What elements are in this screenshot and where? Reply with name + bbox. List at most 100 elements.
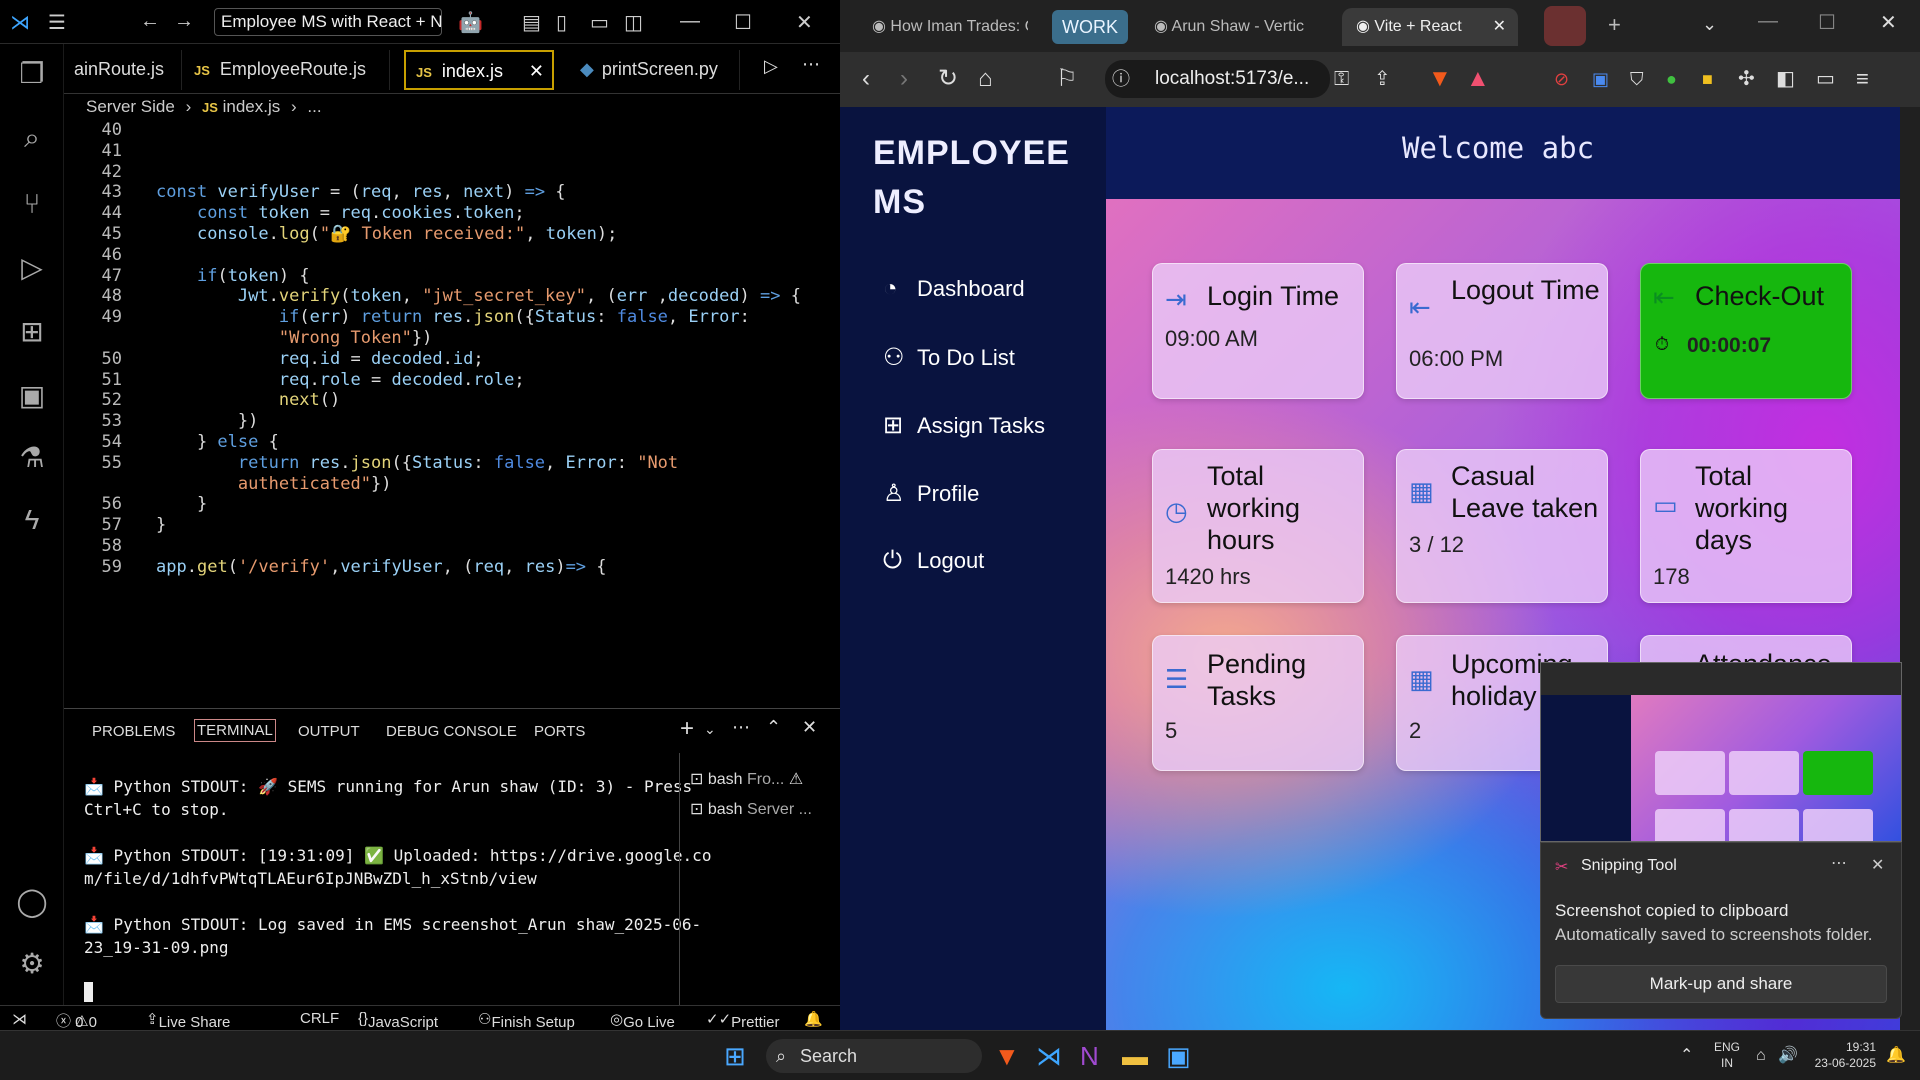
explorer-icon[interactable]: ❐ bbox=[14, 56, 50, 92]
notification-center-icon[interactable]: 🔔 bbox=[1886, 1041, 1906, 1071]
chevron-down-icon[interactable]: ⌄ bbox=[704, 721, 716, 738]
breadcrumb-more[interactable]: ... bbox=[307, 97, 321, 116]
eol-status[interactable]: CRLF bbox=[300, 1010, 339, 1027]
go-live-status[interactable]: ◎ Go Live bbox=[610, 1010, 675, 1031]
card-total-working-days[interactable]: ▭ Total working days 178 bbox=[1640, 449, 1852, 603]
snipping-app-icon[interactable]: ▣ bbox=[1166, 1041, 1191, 1071]
browser-tab[interactable]: ◉ How Iman Trades: C bbox=[858, 8, 1028, 46]
maximize-icon[interactable]: ☐ bbox=[1818, 10, 1836, 35]
card-check-out[interactable]: ⇤ Check-Out ⏱ 00:00:07 bbox=[1640, 263, 1852, 399]
minimize-icon[interactable]: — bbox=[1758, 10, 1778, 33]
tab-group-icon[interactable] bbox=[1544, 6, 1586, 46]
brave-shield-icon[interactable]: ▼ bbox=[1428, 66, 1452, 92]
card-pending-tasks[interactable]: ☰ Pending Tasks 5 bbox=[1152, 635, 1364, 771]
site-info-icon[interactable]: ⓘ bbox=[1112, 66, 1130, 92]
browser-tab-active[interactable]: ◉ Vite + React ✕ bbox=[1342, 8, 1518, 46]
tab-ports[interactable]: PORTS bbox=[534, 723, 585, 740]
settings-gear-icon[interactable]: ⚙ bbox=[14, 946, 50, 982]
file-explorer-icon[interactable]: ▬ bbox=[1122, 1041, 1148, 1071]
shield-extension-icon[interactable]: ⛉ bbox=[1630, 66, 1644, 92]
forward-arrow-icon[interactable]: → bbox=[174, 10, 194, 33]
extension-icon[interactable]: ⊘ bbox=[1554, 66, 1569, 92]
toggle-sidebar-icon[interactable]: ▯ bbox=[556, 10, 567, 35]
terminal-output[interactable]: 📩 Python STDOUT: 🚀 SEMS running for Arun… bbox=[84, 775, 714, 1008]
close-tab-icon[interactable]: ✕ bbox=[529, 52, 544, 90]
markup-share-button[interactable]: Mark-up and share bbox=[1555, 965, 1887, 1003]
tab-search-chevron-icon[interactable]: ⌄ bbox=[1702, 14, 1717, 35]
search-icon[interactable]: ⌕ bbox=[14, 120, 50, 156]
toggle-secondary-sidebar-icon[interactable]: ◫ bbox=[624, 10, 643, 35]
network-icon[interactable]: ⌂ bbox=[1756, 1041, 1766, 1071]
language-indicator[interactable]: ENG IN bbox=[1714, 1039, 1740, 1071]
forward-icon[interactable]: › bbox=[900, 66, 908, 92]
main-menu-icon[interactable]: ≡ bbox=[1856, 66, 1869, 92]
brave-rewards-icon[interactable]: ▲ bbox=[1466, 66, 1490, 92]
breadcrumb-file[interactable]: index.js bbox=[223, 97, 281, 116]
bookmark-icon[interactable]: ⚐ bbox=[1056, 66, 1078, 92]
reload-icon[interactable]: ↻ bbox=[938, 66, 958, 92]
browser-tab[interactable]: ◉ Arun Shaw - Vertic bbox=[1140, 8, 1320, 46]
vscode-app-icon[interactable]: ⋊ bbox=[1036, 1041, 1062, 1071]
wallet-icon[interactable]: ▭ bbox=[1816, 66, 1835, 92]
terminal-item[interactable]: ⊡ bash Server ... bbox=[690, 799, 812, 819]
card-login-time[interactable]: ⇥ Login Time 09:00 AM bbox=[1152, 263, 1364, 399]
workspace-badge[interactable]: WORK bbox=[1052, 10, 1128, 44]
taskbar-search[interactable]: ⌕ Search bbox=[766, 1039, 982, 1073]
testing-icon[interactable]: ⚗ bbox=[14, 440, 50, 476]
nav-assign-tasks[interactable]: ⊞ Assign Tasks bbox=[883, 411, 1045, 440]
tab-mainroute[interactable]: ainRoute.js bbox=[64, 50, 182, 90]
problems-status[interactable]: ⓧ 0 ⚠ 0 bbox=[56, 1010, 97, 1031]
green-extension-icon[interactable]: ● bbox=[1666, 66, 1677, 92]
menu-icon[interactable]: ☰ bbox=[48, 10, 66, 35]
tab-debug-console[interactable]: DEBUG CONSOLE bbox=[386, 723, 517, 740]
more-icon[interactable]: ⋯ bbox=[732, 717, 750, 738]
tab-printscreen[interactable]: ◆ printScreen.py bbox=[570, 50, 740, 90]
tab-problems[interactable]: PROBLEMS bbox=[92, 723, 175, 740]
yellow-extension-icon[interactable]: ■ bbox=[1702, 66, 1713, 92]
more-actions-icon[interactable]: ⋯ bbox=[802, 54, 820, 75]
tab-terminal[interactable]: TERMINAL bbox=[194, 719, 276, 742]
close-panel-icon[interactable]: ✕ bbox=[802, 717, 817, 738]
close-icon[interactable]: ✕ bbox=[1871, 855, 1884, 875]
home-icon[interactable]: ⌂ bbox=[978, 66, 993, 92]
password-key-icon[interactable]: ⚿ bbox=[1334, 66, 1349, 92]
clock[interactable]: 19:31 23-06-2025 bbox=[1812, 1039, 1876, 1071]
extensions-puzzle-icon[interactable]: ✣ bbox=[1738, 66, 1755, 92]
tab-index-js[interactable]: JS index.js ✕ bbox=[404, 50, 554, 90]
nav-profile[interactable]: ♙ Profile bbox=[883, 479, 979, 508]
new-terminal-icon[interactable]: + bbox=[680, 715, 694, 743]
minimize-icon[interactable]: — bbox=[680, 10, 700, 33]
nav-logout[interactable]: ⏻ Logout bbox=[883, 547, 984, 575]
run-icon[interactable]: ▷ bbox=[764, 56, 778, 77]
close-tab-icon[interactable]: ✕ bbox=[1493, 8, 1506, 46]
close-window-icon[interactable]: ✕ bbox=[796, 10, 813, 35]
language-status[interactable]: {} JavaScript bbox=[358, 1010, 438, 1031]
source-control-icon[interactable]: ⑂ bbox=[14, 186, 50, 222]
thunder-client-icon[interactable]: ϟ bbox=[14, 502, 50, 538]
tray-chevron-icon[interactable]: ⌃ bbox=[1680, 1041, 1693, 1071]
address-bar[interactable]: localhost:5173/e... bbox=[1105, 60, 1330, 98]
tab-output[interactable]: OUTPUT bbox=[298, 723, 360, 740]
brave-app-icon[interactable]: ▼ bbox=[994, 1041, 1020, 1071]
nav-todo-list[interactable]: ⚇ To Do List bbox=[883, 343, 1015, 372]
maximize-panel-icon[interactable]: ⌃ bbox=[766, 717, 781, 738]
run-debug-icon[interactable]: ▷ bbox=[14, 250, 50, 286]
sidebar-toggle-icon[interactable]: ◧ bbox=[1776, 66, 1795, 92]
translate-extension-icon[interactable]: ▣ bbox=[1592, 66, 1609, 92]
card-total-working-hours[interactable]: ◷ Total working hours 1420 hrs bbox=[1152, 449, 1364, 603]
snip-preview-thumbnail[interactable] bbox=[1540, 662, 1902, 842]
maximize-icon[interactable]: ☐ bbox=[734, 10, 752, 35]
tab-employeeroute[interactable]: JS EmployeeRoute.js bbox=[184, 50, 390, 90]
new-tab-icon[interactable]: + bbox=[1608, 12, 1621, 38]
onenote-app-icon[interactable]: N bbox=[1080, 1041, 1099, 1071]
volume-icon[interactable]: 🔊 bbox=[1778, 1041, 1798, 1071]
more-icon[interactable]: ⋯ bbox=[1831, 853, 1847, 873]
prettier-status[interactable]: ✓✓ Prettier bbox=[706, 1010, 780, 1031]
back-arrow-icon[interactable]: ← bbox=[140, 10, 160, 33]
layout-customize-icon[interactable]: ▤ bbox=[522, 10, 541, 35]
share-icon[interactable]: ⇪ bbox=[1374, 66, 1391, 92]
close-window-icon[interactable]: ✕ bbox=[1880, 10, 1897, 35]
extensions-icon[interactable]: ⊞ bbox=[14, 314, 50, 350]
live-share-status[interactable]: ⇪ Live Share bbox=[146, 1010, 230, 1031]
finish-setup-status[interactable]: ⚇ Finish Setup bbox=[478, 1010, 575, 1031]
